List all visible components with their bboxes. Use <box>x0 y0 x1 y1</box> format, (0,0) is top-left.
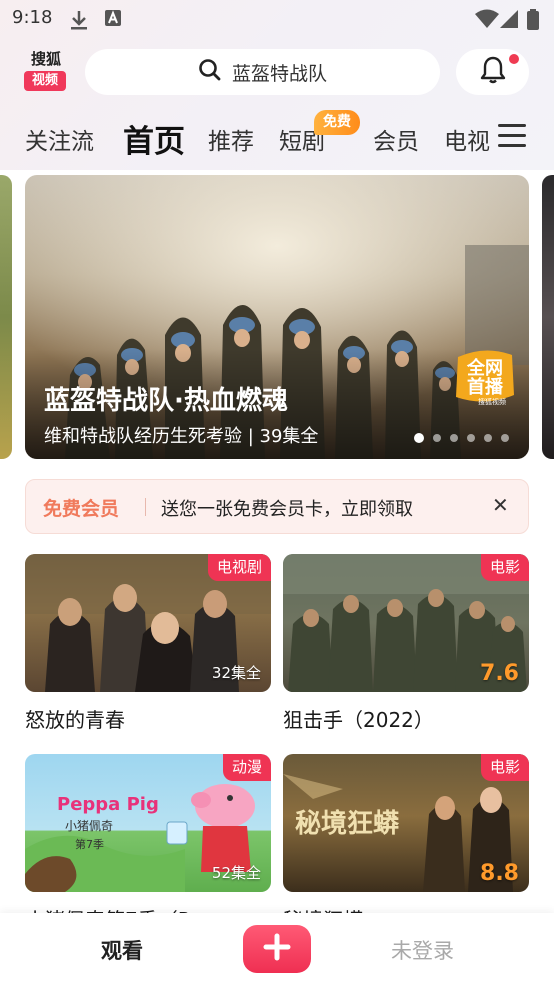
category-tag: 电视剧 <box>207 554 271 581</box>
nav-watch[interactable]: 观看 <box>101 935 143 965</box>
video-card[interactable]: 电视剧 32集全 怒放的青春 <box>25 554 271 733</box>
video-card[interactable]: 秘境狂蟒 电影 8.8 秘境狂蟒 <box>283 754 529 933</box>
movie-logo-text: 秘境狂蟒 <box>295 808 400 839</box>
bell-icon <box>478 55 508 89</box>
app-logo[interactable]: 搜狐 视频 <box>24 49 68 95</box>
search-bar[interactable]: 蓝盔特战队 <box>85 49 440 95</box>
video-card[interactable]: Peppa Pig 小猪佩奇 第7季 动漫 52集全 小猪佩奇第7季（Peppa <box>25 754 271 933</box>
vip-strip-label: 免费会员 <box>43 498 120 520</box>
logo-bottom-text: 视频 <box>24 71 66 91</box>
live-badge-line2: 首播 <box>467 376 504 398</box>
vip-strip-text: 送您一张免费会员卡，立即领取 <box>161 499 413 520</box>
status-time: 9:18 <box>12 7 53 28</box>
banner-dot <box>501 434 509 442</box>
live-badge-brand: 搜狐视频 <box>478 397 506 406</box>
video-thumbnail[interactable]: 秘境狂蟒 电影 8.8 <box>283 754 529 892</box>
video-thumbnail[interactable]: 电影 7.6 <box>283 554 529 692</box>
battery-icon <box>526 9 540 35</box>
status-bar: 9:18 <box>0 0 554 38</box>
banner-next-peek[interactable] <box>542 175 554 459</box>
video-card[interactable]: 电影 7.6 狙击手（2022） <box>283 554 529 733</box>
peppa-logo-text: Peppa Pig <box>57 794 159 815</box>
banner-prev-peek[interactable] <box>0 175 12 459</box>
tab-tv[interactable]: 电视 <box>444 122 490 156</box>
upload-button[interactable] <box>243 925 311 973</box>
peppa-logo-subtitle: 小猪佩奇 <box>65 819 113 833</box>
notification-button[interactable] <box>456 49 529 95</box>
category-tag: 电影 <box>480 554 529 581</box>
free-vip-strip[interactable]: 免费会员 送您一张免费会员卡，立即领取 ✕ <box>25 479 529 534</box>
hero-banner[interactable]: 全网 首播 搜狐视频 蓝盔特战队·热血燃魂 维和特战队经历生死考验 | 39集全 <box>25 175 529 459</box>
video-title: 狙击手（2022） <box>283 708 434 732</box>
rating-score: 7.6 <box>480 661 519 686</box>
banner-dot <box>467 434 475 442</box>
banner-dot <box>414 433 424 443</box>
banner-title: 蓝盔特战队·热血燃魂 <box>44 386 288 416</box>
search-icon <box>198 58 222 86</box>
tab-recommend[interactable]: 推荐 <box>208 122 254 156</box>
nav-login[interactable]: 未登录 <box>391 935 454 965</box>
channel-tabs: 关注流 首页 推荐 短剧 会员 电视 <box>0 110 490 166</box>
rating-score: 8.8 <box>480 861 519 886</box>
tab-follow[interactable]: 关注流 <box>25 122 94 156</box>
bottom-nav: 观看 未登录 <box>0 913 554 984</box>
notification-dot <box>509 54 519 64</box>
banner-pagination <box>414 433 518 443</box>
banner-subtitle: 维和特战队经历生死考验 | 39集全 <box>44 426 319 447</box>
wifi-icon <box>475 9 499 33</box>
category-tag: 动漫 <box>222 754 271 781</box>
search-query-text: 蓝盔特战队 <box>231 62 327 85</box>
banner-dot <box>484 434 492 442</box>
signal-icon <box>499 9 519 33</box>
peppa-season-text: 第7季 <box>75 837 104 851</box>
banner-dot <box>450 434 458 442</box>
category-tag: 电影 <box>480 754 529 781</box>
plus-icon <box>262 932 292 966</box>
logo-top-text: 搜狐 <box>30 50 61 68</box>
live-premiere-badge: 全网 首播 搜狐视频 <box>456 350 514 406</box>
tab-home[interactable]: 首页 <box>123 116 185 161</box>
download-icon <box>68 9 90 35</box>
menu-icon[interactable] <box>498 124 526 152</box>
video-thumbnail[interactable]: Peppa Pig 小猪佩奇 第7季 动漫 52集全 <box>25 754 271 892</box>
video-title: 怒放的青春 <box>25 708 125 732</box>
vip-strip-divider <box>145 498 146 516</box>
close-icon[interactable]: ✕ <box>492 493 509 517</box>
banner-dot <box>433 434 441 442</box>
free-badge: 免费 <box>314 110 360 135</box>
font-a-icon <box>104 9 124 33</box>
episode-count: 52集全 <box>211 864 261 882</box>
tab-vip[interactable]: 会员 <box>373 122 419 156</box>
episode-count: 32集全 <box>211 664 261 682</box>
video-thumbnail[interactable]: 电视剧 32集全 <box>25 554 271 692</box>
live-badge-line1: 全网 <box>466 357 503 379</box>
